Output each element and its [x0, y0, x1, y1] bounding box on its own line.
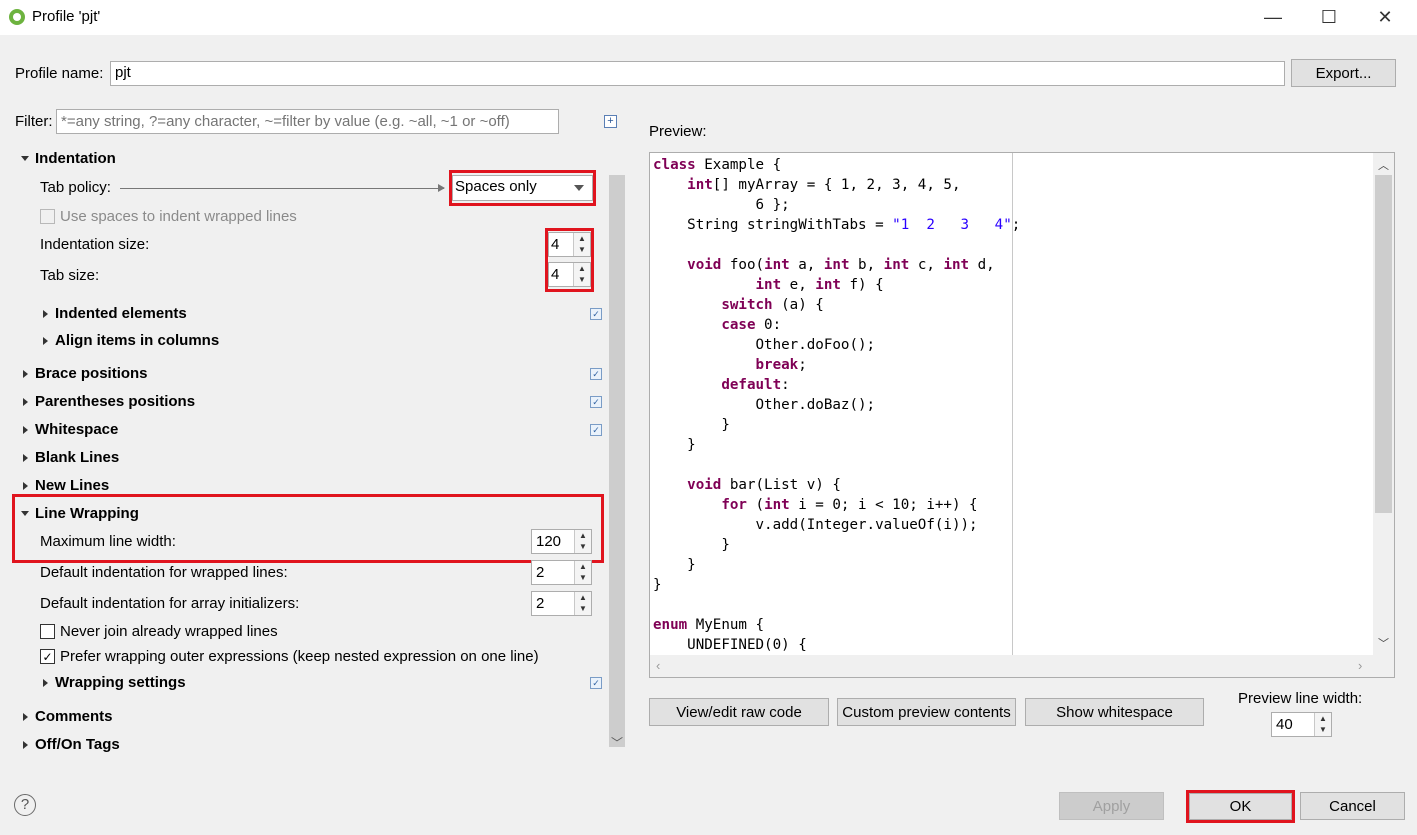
tab-policy-label: Tab policy:	[40, 179, 111, 196]
preview-line-width-spinner[interactable]: 40 ▲ ▼	[1271, 712, 1332, 737]
modified-check-icon: ✓	[590, 308, 602, 320]
use-spaces-label: Use spaces to indent wrapped lines	[60, 208, 297, 225]
max-line-width-label: Maximum line width:	[40, 533, 176, 550]
expand-blank-lines-icon[interactable]	[23, 454, 28, 462]
expand-whitespace-icon[interactable]	[23, 426, 28, 434]
view-raw-code-button[interactable]: View/edit raw code	[649, 698, 829, 726]
scroll-down-icon[interactable]: ﹀	[1378, 635, 1389, 651]
filter-label: Filter:	[15, 113, 53, 130]
section-brace-positions[interactable]: Brace positions	[35, 365, 148, 382]
default-indent-wrapped-spinner[interactable]: 2 ▲ ▼	[531, 560, 592, 585]
section-parentheses-positions[interactable]: Parentheses positions	[35, 393, 195, 410]
preview-line-width-label: Preview line width:	[1238, 690, 1363, 707]
wrapping-settings-item[interactable]: Wrapping settings	[55, 674, 186, 691]
cancel-button[interactable]: Cancel	[1300, 792, 1405, 820]
help-icon[interactable]: ?	[14, 794, 36, 816]
spinner-arrows[interactable]: ▲ ▼	[573, 263, 590, 286]
expand-wrapping-settings-icon[interactable]	[43, 679, 48, 687]
section-blank-lines[interactable]: Blank Lines	[35, 449, 119, 466]
default-indent-array-spinner[interactable]: 2 ▲ ▼	[531, 591, 592, 616]
modified-check-icon: ✓	[590, 396, 602, 408]
close-button[interactable]: ✕	[1362, 0, 1408, 35]
spinner-arrows[interactable]: ▲ ▼	[573, 233, 590, 256]
ok-button[interactable]: OK	[1189, 793, 1292, 820]
profile-name-label: Profile name:	[15, 65, 104, 82]
default-indent-wrapped-value: 2	[536, 564, 545, 581]
profile-name-input[interactable]: pjt	[110, 61, 1285, 86]
collapse-line-wrapping-icon[interactable]	[21, 511, 29, 516]
chevron-down-icon	[574, 185, 584, 191]
max-line-width-spinner[interactable]: 120 ▲ ▼	[531, 529, 592, 554]
tab-size-label: Tab size:	[40, 267, 100, 284]
default-indent-wrapped-label: Default indentation for wrapped lines:	[40, 564, 288, 581]
preview-label: Preview:	[649, 123, 707, 140]
minimize-button[interactable]: —	[1250, 0, 1296, 35]
preview-scroll-thumb[interactable]	[1375, 175, 1392, 513]
max-line-width-value: 120	[536, 533, 562, 550]
preview-vertical-scrollbar[interactable]: ︿ ﹀	[1373, 153, 1394, 655]
never-join-checkbox[interactable]	[40, 624, 55, 639]
modified-check-icon: ✓	[590, 368, 602, 380]
tab-size-spinner[interactable]: 4 ▲ ▼	[548, 262, 591, 287]
expand-off-on-tags-icon[interactable]	[23, 741, 28, 749]
expand-indented-elements-icon[interactable]	[43, 310, 48, 318]
default-indent-array-value: 2	[536, 595, 545, 612]
scroll-up-icon[interactable]: ︿	[1378, 157, 1389, 173]
section-new-lines[interactable]: New Lines	[35, 477, 109, 494]
section-off-on-tags[interactable]: Off/On Tags	[35, 736, 120, 753]
preview-line-width-value: 40	[1276, 716, 1293, 733]
filter-input[interactable]	[56, 109, 559, 134]
title-bar: Profile 'pjt' — ☐ ✕	[0, 0, 1417, 35]
use-spaces-checkbox[interactable]	[40, 209, 55, 224]
expand-new-lines-icon[interactable]	[23, 482, 28, 490]
code-text: class Example { int[] myArray = { 1, 2, …	[653, 157, 1021, 653]
modified-check-icon: ✓	[590, 424, 602, 436]
apply-button[interactable]: Apply	[1059, 792, 1164, 820]
tree-scroll-down-icon[interactable]: ﹀	[611, 734, 623, 751]
export-button[interactable]: Export...	[1291, 59, 1396, 87]
indented-elements-item[interactable]: Indented elements	[55, 305, 187, 322]
prefer-wrapping-label: Prefer wrapping outer expressions (keep …	[60, 648, 539, 665]
expand-comments-icon[interactable]	[23, 713, 28, 721]
maximize-button[interactable]: ☐	[1306, 0, 1352, 35]
section-whitespace[interactable]: Whitespace	[35, 421, 118, 438]
custom-preview-button[interactable]: Custom preview contents	[837, 698, 1016, 726]
expand-all-icon[interactable]: +	[604, 115, 617, 128]
default-indent-array-label: Default indentation for array initialize…	[40, 595, 300, 612]
expand-parentheses-icon[interactable]	[23, 398, 28, 406]
tab-size-value: 4	[551, 266, 560, 283]
expand-brace-positions-icon[interactable]	[23, 370, 28, 378]
section-comments[interactable]: Comments	[35, 708, 113, 725]
window-title: Profile 'pjt'	[32, 8, 101, 25]
expand-align-items-icon[interactable]	[43, 337, 48, 345]
tab-policy-select[interactable]: Spaces only	[452, 175, 593, 201]
connector-arrow-icon	[438, 184, 445, 192]
indentation-size-spinner[interactable]: 4 ▲ ▼	[548, 232, 591, 257]
tab-policy-value: Spaces only	[455, 178, 537, 195]
spinner-arrows[interactable]: ▲ ▼	[574, 530, 591, 553]
spinner-arrows[interactable]: ▲ ▼	[1314, 713, 1331, 736]
section-line-wrapping[interactable]: Line Wrapping	[35, 505, 139, 522]
line-width-guide	[1012, 153, 1013, 655]
spinner-arrows[interactable]: ▲ ▼	[574, 561, 591, 584]
section-indentation[interactable]: Indentation	[35, 150, 116, 167]
tree-scrollbar[interactable]	[607, 137, 627, 750]
spring-logo-icon	[9, 9, 25, 25]
scroll-right-icon[interactable]: ›	[1358, 658, 1362, 673]
modified-check-icon: ✓	[590, 677, 602, 689]
spinner-arrows[interactable]: ▲ ▼	[574, 592, 591, 615]
checkmark-icon: ✓	[42, 649, 53, 664]
tree-scroll-thumb[interactable]	[609, 175, 625, 747]
indentation-size-value: 4	[551, 236, 560, 253]
never-join-label: Never join already wrapped lines	[60, 623, 278, 640]
scroll-left-icon[interactable]: ‹	[656, 658, 660, 673]
align-items-item[interactable]: Align items in columns	[55, 332, 219, 349]
tab-policy-connector-line	[120, 188, 444, 189]
code-preview[interactable]: class Example { int[] myArray = { 1, 2, …	[649, 152, 1395, 678]
prefer-wrapping-checkbox[interactable]: ✓	[40, 649, 55, 664]
indentation-size-label: Indentation size:	[40, 236, 150, 253]
show-whitespace-button[interactable]: Show whitespace	[1025, 698, 1204, 726]
preview-horizontal-scrollbar[interactable]: ‹ ›	[650, 655, 1394, 677]
collapse-indentation-icon[interactable]	[21, 156, 29, 161]
